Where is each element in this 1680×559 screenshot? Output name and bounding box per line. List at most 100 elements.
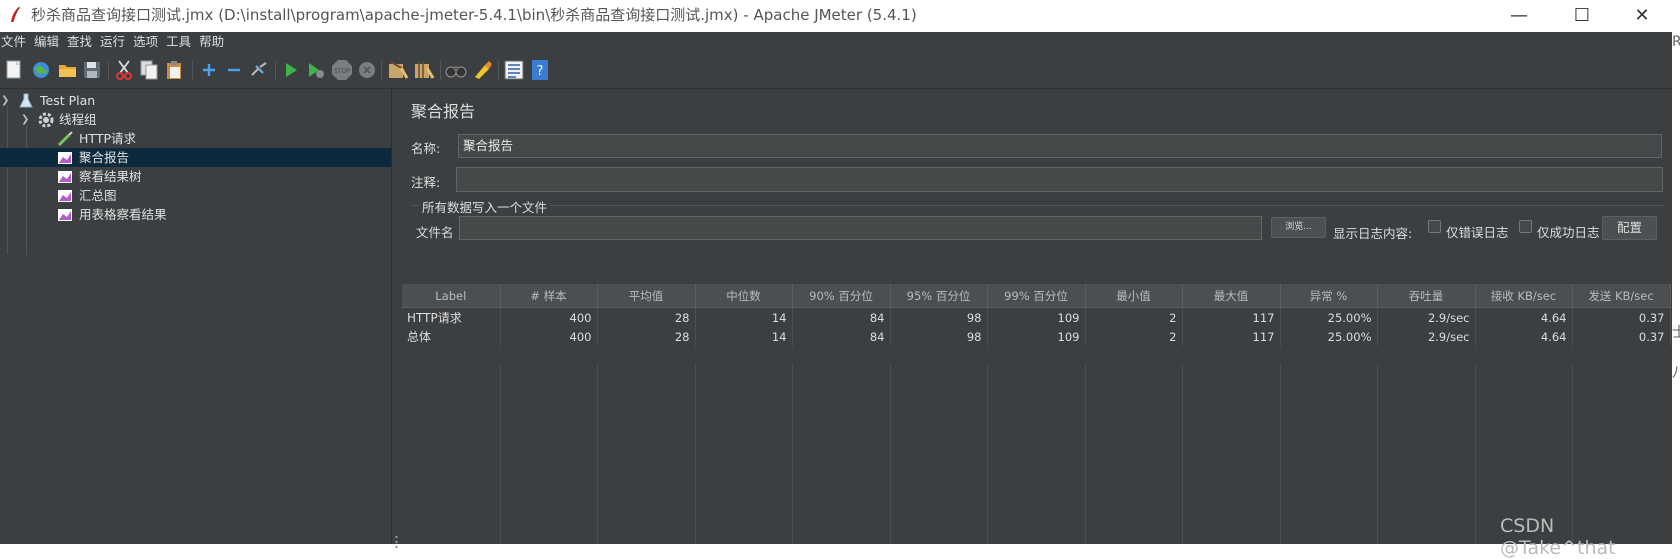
menu-bar: 文件 编辑 查找 运行 选项 工具 帮助 (0, 32, 1672, 52)
start-no-pauses-icon[interactable] (305, 59, 327, 81)
close-icon: ✕ (1634, 4, 1650, 26)
column-header[interactable]: 发送 KB/sec (1572, 284, 1671, 308)
templates-icon[interactable] (30, 59, 52, 81)
reset-search-icon[interactable] (471, 59, 493, 81)
table-row[interactable]: 总体 400 28 14 84 98 109 2 117 25.00% 2.9/… (402, 327, 1671, 346)
column-divider (792, 364, 793, 544)
splitter-handle[interactable] (395, 535, 398, 549)
graph-icon (58, 171, 72, 183)
table-cell: 14 (695, 307, 793, 327)
name-field[interactable]: 聚合报告 (458, 134, 1662, 158)
column-header[interactable]: 99% 百分位 (987, 284, 1086, 308)
browse-button[interactable]: 浏览... (1271, 217, 1326, 238)
menu-run[interactable]: 运行 (99, 32, 130, 52)
maximize-button[interactable]: ☐ (1555, 0, 1609, 30)
table-cell: 2.9/sec (1377, 327, 1476, 346)
column-header[interactable]: # 样本 (500, 284, 598, 308)
configure-button[interactable]: 配置 (1602, 216, 1657, 240)
comment-label: 注释: (411, 175, 441, 190)
menu-help[interactable]: 帮助 (198, 32, 229, 52)
copy-icon[interactable] (139, 59, 161, 81)
paste-icon[interactable] (164, 59, 186, 81)
toggle-icon[interactable] (248, 59, 270, 81)
clipped-text: R (1672, 34, 1680, 50)
clear-icon[interactable] (387, 59, 409, 81)
column-header[interactable]: 最小值 (1085, 284, 1183, 308)
tree-node-http-request[interactable]: HTTP请求 (0, 129, 391, 148)
column-header[interactable]: 吞吐量 (1377, 284, 1476, 308)
stop-icon[interactable]: STOP (331, 59, 353, 81)
function-helper-icon[interactable] (503, 59, 525, 81)
minimize-button[interactable]: — (1492, 0, 1546, 30)
clipped-text: 八 (1672, 365, 1680, 381)
menu-search[interactable]: 查找 (66, 32, 97, 52)
column-header[interactable]: 接收 KB/sec (1475, 284, 1573, 308)
column-header[interactable]: Label (402, 284, 501, 308)
table-row[interactable]: HTTP请求 400 28 14 84 98 109 2 117 25.00% … (402, 307, 1671, 327)
menu-file[interactable]: 文件 (0, 32, 31, 52)
search-binoculars-icon[interactable] (445, 59, 467, 81)
column-divider (1182, 364, 1183, 544)
table-cell: 117 (1182, 307, 1281, 327)
table-cell: 总体 (402, 327, 501, 346)
tree-node-test-plan[interactable]: ❯ Test Plan (0, 91, 391, 110)
column-header[interactable]: 中位数 (695, 284, 793, 308)
help-icon[interactable]: ? (529, 59, 551, 81)
toolbar-separator (275, 61, 276, 81)
column-divider (500, 364, 501, 544)
filename-field[interactable] (459, 216, 1262, 240)
new-file-icon[interactable] (3, 59, 25, 81)
svg-text:STOP: STOP (334, 68, 350, 75)
column-header[interactable]: 最大值 (1182, 284, 1281, 308)
expand-all-icon[interactable] (198, 59, 220, 81)
toolbar-separator (192, 61, 193, 81)
toolbar: STOP ? (0, 53, 1672, 89)
window-title-bar: 秒杀商品查询接口测试.jmx (D:\install\program\apach… (0, 0, 1680, 32)
menu-options[interactable]: 选项 (132, 32, 163, 52)
column-header[interactable]: 平均值 (597, 284, 696, 308)
chevron-down-icon[interactable]: ❯ (1, 91, 9, 110)
tree-node-thread-group[interactable]: ❯ 线程组 (0, 110, 391, 129)
tree-node-view-results-table[interactable]: 用表格察看结果 (0, 205, 391, 224)
close-button[interactable]: ✕ (1615, 0, 1669, 30)
column-divider (1085, 364, 1086, 544)
successes-only-checkbox[interactable] (1519, 220, 1532, 233)
collapse-all-icon[interactable] (223, 59, 245, 81)
menu-edit[interactable]: 编辑 (33, 32, 64, 52)
clear-all-icon[interactable] (413, 59, 435, 81)
tree-node-aggregate-report[interactable]: 聚合报告 (0, 148, 391, 167)
save-icon[interactable] (81, 59, 103, 81)
table-cell: 98 (890, 327, 988, 346)
test-plan-tree: ❯ Test Plan ❯ 线程组 HTTP请求 聚合报告 察看结果树 汇总图 … (0, 89, 392, 544)
toolbar-separator (381, 61, 382, 81)
table-cell: 2 (1085, 327, 1183, 346)
tree-node-summary-graph[interactable]: 汇总图 (0, 186, 391, 205)
column-header[interactable]: 异常 % (1280, 284, 1378, 308)
table-header-row: Label # 样本 平均值 中位数 90% 百分位 95% 百分位 99% 百… (402, 284, 1671, 308)
tree-node-view-results-tree[interactable]: 察看结果树 (0, 167, 391, 186)
toolbar-separator (440, 61, 441, 81)
table-cell: 400 (500, 327, 598, 346)
minimize-icon: — (1510, 4, 1528, 26)
column-header[interactable]: 90% 百分位 (792, 284, 891, 308)
column-header[interactable]: 95% 百分位 (890, 284, 988, 308)
shutdown-icon[interactable] (356, 59, 378, 81)
table-cell: 2 (1085, 307, 1183, 327)
menu-tools[interactable]: 工具 (165, 32, 196, 52)
start-icon[interactable] (280, 59, 302, 81)
table-cell: HTTP请求 (402, 307, 501, 327)
open-folder-icon[interactable] (57, 59, 79, 81)
filename-label: 文件名 (416, 225, 454, 240)
table-cell: 4.64 (1475, 307, 1573, 327)
table-cell: 0.37 (1572, 307, 1671, 327)
tree-label: 察看结果树 (79, 169, 142, 184)
name-label: 名称: (411, 141, 441, 156)
chevron-down-icon[interactable]: ❯ (21, 110, 29, 129)
file-section-title: 所有数据写入一个文件 (419, 197, 551, 216)
errors-only-checkbox[interactable] (1428, 220, 1441, 233)
table-cell: 117 (1182, 327, 1281, 346)
cut-icon[interactable] (113, 59, 135, 81)
graph-icon (58, 152, 72, 164)
comment-field[interactable] (456, 167, 1663, 192)
column-divider (695, 364, 696, 544)
